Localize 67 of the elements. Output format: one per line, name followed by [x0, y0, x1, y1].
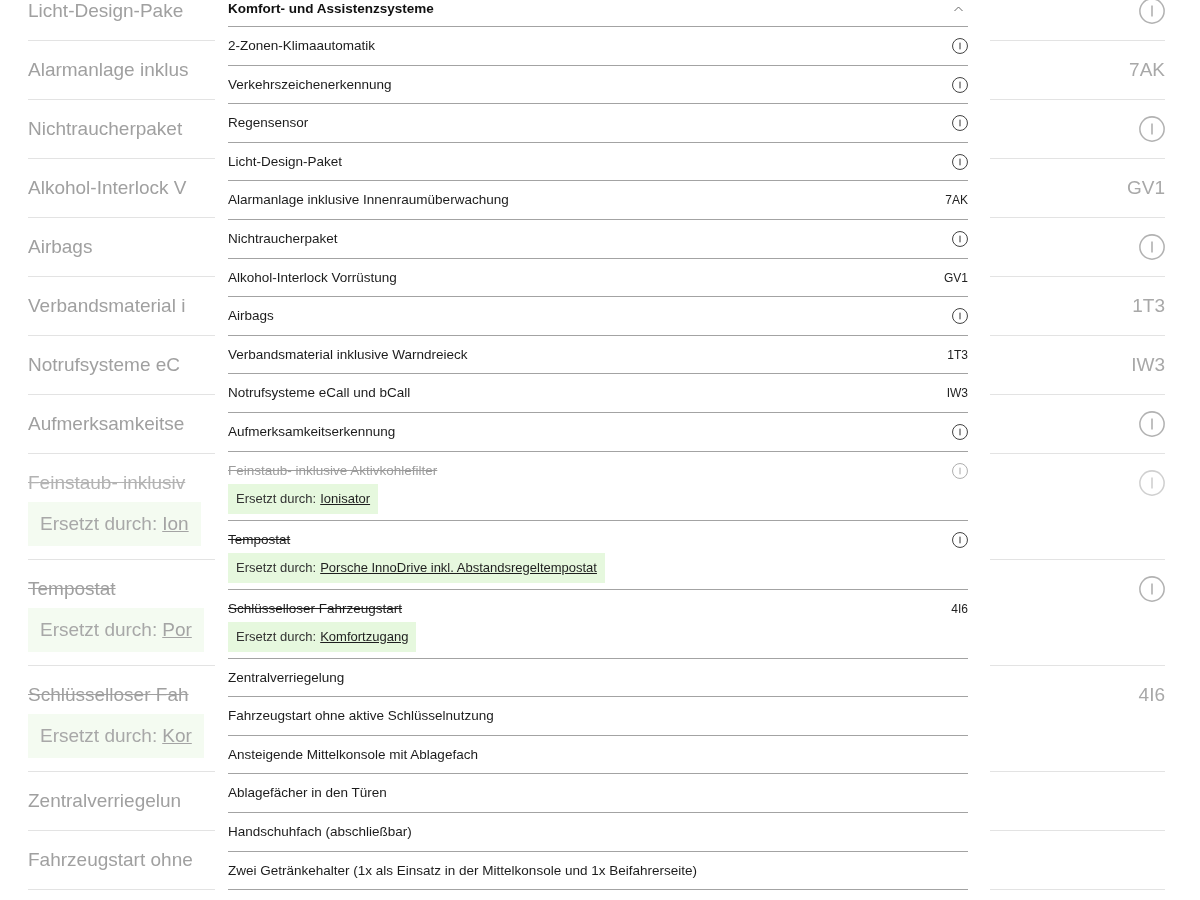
- feature-label: Aufmerksamkeitserkennung: [228, 422, 396, 441]
- section-header[interactable]: Komfort- und Assistenzsysteme: [228, 0, 968, 27]
- feature-label: Aufmerksamkeitse: [28, 413, 185, 435]
- replacement-label: Ersetzt durch:: [40, 725, 158, 747]
- replacement-label: Ersetzt durch:: [40, 619, 158, 641]
- option-code: 7AK: [945, 192, 968, 210]
- feature-label: Schlüsselloser Fahrzeugstart: [228, 599, 403, 618]
- info-icon[interactable]: [952, 230, 968, 247]
- info-icon[interactable]: [952, 115, 968, 132]
- feature-label: Licht-Design-Paket: [228, 152, 343, 171]
- info-icon[interactable]: [952, 153, 968, 170]
- feature-label: Fahrzeugstart ohne: [28, 849, 193, 871]
- feature-label: Nichtraucherpaket: [28, 118, 183, 140]
- feature-label: Fahrzeugstart ohne aktive Schlüsselnutzung: [228, 707, 494, 726]
- info-icon: [1139, 0, 1165, 24]
- feature-label: Notrufsysteme eC: [28, 354, 181, 376]
- feature-label: Alkohol-Interlock Vorrüstung: [228, 268, 397, 287]
- replacement-label: Ersetzt durch:: [236, 489, 317, 508]
- feature-label: Alarmanlage inklusive Innenraumüberwachung: [228, 191, 509, 210]
- info-icon: [1139, 411, 1165, 437]
- info-icon[interactable]: [952, 38, 968, 54]
- replacement-label: Ersetzt durch:: [236, 558, 317, 577]
- option-code: IW3: [946, 385, 968, 403]
- info-icon: [1139, 116, 1165, 142]
- feature-label: Schlüsselloser Fah: [28, 684, 189, 706]
- feature-label: Feinstaub- inklusive Aktivkohlefilter: [228, 461, 438, 480]
- option-code: GV1: [1126, 177, 1165, 199]
- info-icon[interactable]: [952, 531, 968, 548]
- replacement-link[interactable]: Ionisator: [320, 489, 371, 508]
- replacement-link[interactable]: Komfortzugang: [320, 627, 409, 646]
- info-icon[interactable]: [952, 76, 968, 93]
- replacement-label: Ersetzt durch:: [236, 627, 317, 646]
- feature-label: Airbags: [28, 236, 93, 258]
- feature-label: Ansteigende Mittelkonsole mit Ablagefach: [228, 745, 478, 764]
- option-code: 1T3: [947, 346, 968, 364]
- feature-label: Tempostat: [228, 530, 291, 549]
- replacement-link[interactable]: Porsche InnoDrive inkl. Abstandsregeltempostat: [320, 558, 597, 577]
- option-code: GV1: [944, 269, 968, 287]
- feature-label: Verbandsmaterial i: [28, 295, 186, 317]
- info-icon: [1139, 234, 1165, 260]
- feature-label: Zentralverriegelun: [28, 790, 182, 812]
- feature-label: Verkehrszeichenerkennung: [228, 75, 392, 94]
- feature-label: Licht-Design-Pake: [28, 0, 184, 22]
- feature-label: Tempostat: [28, 578, 116, 600]
- feature-label: Airbags: [228, 307, 274, 326]
- info-icon[interactable]: [952, 308, 968, 325]
- option-code: 4I6: [951, 600, 968, 618]
- info-icon[interactable]: [952, 423, 968, 440]
- feature-label: Zentralverriegelung: [228, 668, 345, 687]
- option-code: 4I6: [1138, 684, 1165, 706]
- feature-label: Verbandsmaterial inklusive Warndreieck: [228, 345, 468, 364]
- feature-label: Feinstaub- inklusiv: [28, 472, 186, 494]
- replacement-label: Ersetzt durch:: [40, 513, 158, 535]
- feature-label: Nichtraucherpaket: [228, 229, 338, 248]
- feature-label: Alkohol-Interlock V: [28, 177, 187, 199]
- feature-label: Regensensor: [228, 114, 309, 133]
- option-code: IW3: [1131, 354, 1165, 376]
- feature-label: Notrufsysteme eCall und bCall: [228, 384, 411, 403]
- feature-label: Zwei Getränkehalter (1x als Einsatz in der Mittelkonsole und 1x Beifahrerseite): [228, 861, 697, 880]
- feature-label: Alarmanlage inklus: [28, 59, 189, 81]
- info-icon: [1139, 470, 1165, 496]
- feature-label: 2-Zonen-Klimaautomatik: [228, 37, 376, 55]
- option-code: 1T3: [1132, 295, 1165, 317]
- feature-label: Handschuhfach (abschließbar): [228, 822, 412, 841]
- info-icon: [1139, 576, 1165, 602]
- option-code: 7AK: [1129, 59, 1165, 81]
- feature-label: Ablagefächer in den Türen: [228, 784, 387, 803]
